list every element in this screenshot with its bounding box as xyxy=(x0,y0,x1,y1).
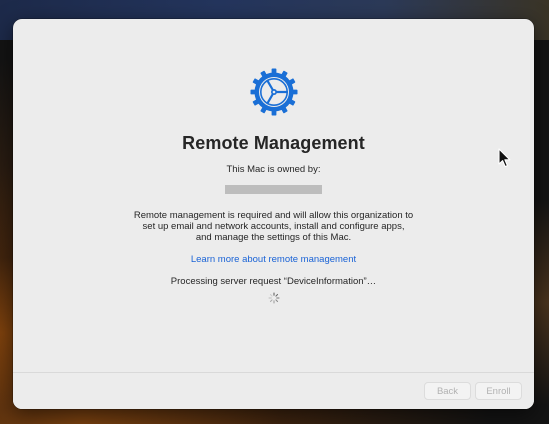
page-title: Remote Management xyxy=(182,133,365,153)
gear-icon xyxy=(250,68,297,116)
owner-label: This Mac is owned by: xyxy=(226,164,321,175)
back-button[interactable]: Back xyxy=(424,382,471,400)
learn-more-link[interactable]: Learn more about remote management xyxy=(191,254,356,265)
button-bar: Back Enroll xyxy=(13,372,534,409)
owner-name-redacted xyxy=(225,185,322,194)
enroll-button[interactable]: Enroll xyxy=(475,382,522,400)
status-text: Processing server request “DeviceInforma… xyxy=(170,276,377,287)
description-text: Remote management is required and will a… xyxy=(133,210,414,243)
setup-assistant-window: Remote Management This Mac is owned by: … xyxy=(13,19,534,409)
progress-spinner-icon xyxy=(268,292,279,304)
remote-management-panel: Remote Management This Mac is owned by: … xyxy=(13,19,534,372)
mouse-pointer-icon xyxy=(498,148,511,168)
